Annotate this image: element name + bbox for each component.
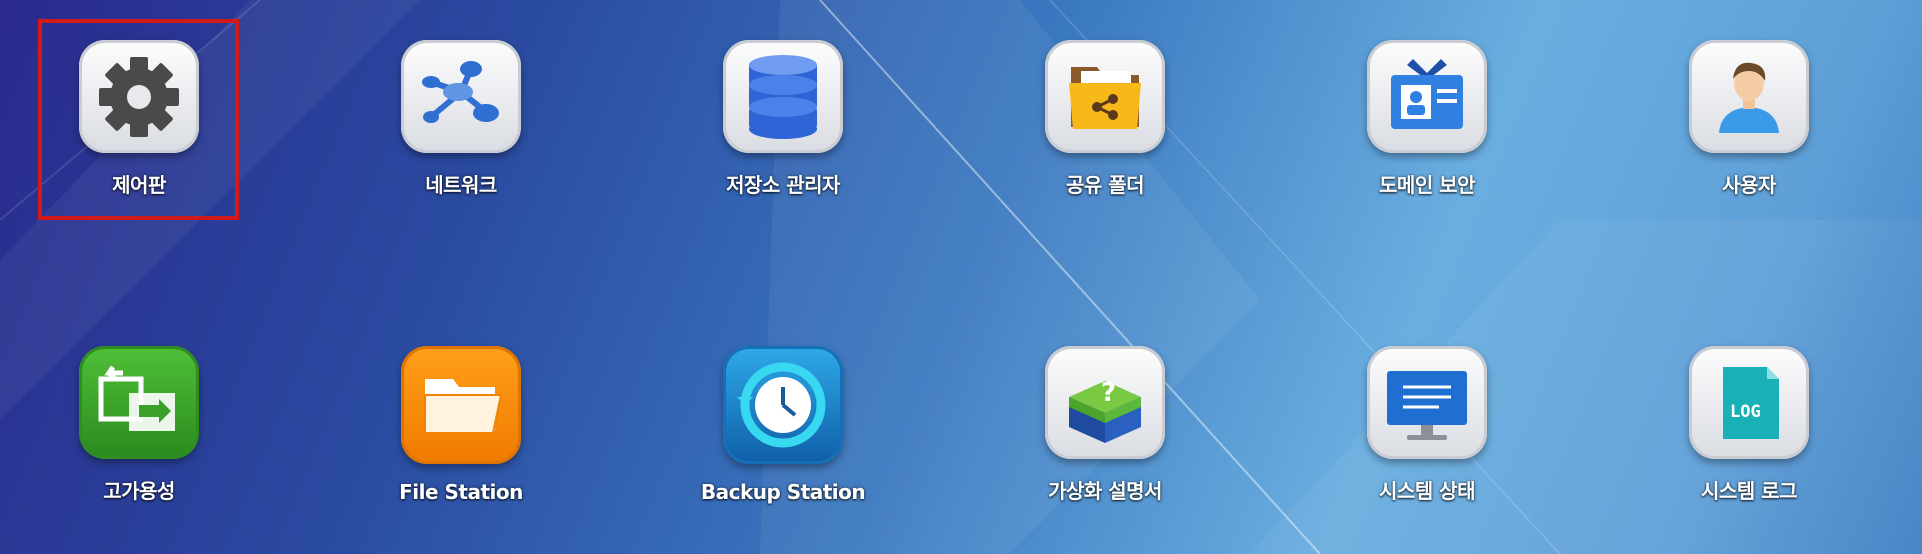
monitor-icon bbox=[1387, 370, 1467, 440]
app-tile bbox=[79, 346, 199, 459]
app-domain-security[interactable]: 도메인 보안 bbox=[1322, 28, 1532, 198]
app-backup-station[interactable]: Backup Station bbox=[678, 334, 888, 504]
app-label: 시스템 로그 bbox=[1701, 479, 1797, 503]
backup-clock-icon bbox=[737, 362, 826, 448]
app-virtualization-guide[interactable]: ? 가상화 설명서 bbox=[1000, 334, 1210, 504]
app-label: Backup Station bbox=[700, 480, 866, 504]
app-label: 저장소 관리자 bbox=[726, 173, 840, 197]
app-storage-manager[interactable]: 저장소 관리자 bbox=[678, 28, 888, 198]
app-high-availability[interactable]: 고가용성 bbox=[34, 334, 244, 504]
app-tile bbox=[1367, 40, 1487, 153]
log-file-icon: LOG bbox=[1723, 366, 1779, 439]
desktop: 제어판 네트워크 저장소 관리자 공유 폴더 도메인 보안 사용자 고가용성 F… bbox=[0, 0, 1922, 554]
svg-text:?: ? bbox=[1101, 378, 1116, 408]
id-badge-icon bbox=[1391, 58, 1463, 129]
network-icon bbox=[422, 60, 499, 123]
app-control-panel[interactable]: 제어판 bbox=[34, 28, 244, 198]
app-label: 고가용성 bbox=[103, 479, 175, 503]
app-users[interactable]: 사용자 bbox=[1644, 28, 1854, 198]
svg-text:LOG: LOG bbox=[1730, 402, 1761, 422]
user-icon bbox=[1719, 62, 1779, 133]
app-label: 시스템 상태 bbox=[1379, 479, 1475, 503]
app-tile bbox=[1045, 40, 1165, 153]
app-tile bbox=[723, 346, 843, 464]
app-label: 도메인 보안 bbox=[1379, 173, 1475, 197]
app-tile bbox=[401, 346, 521, 464]
app-label: 가상화 설명서 bbox=[1048, 479, 1162, 503]
app-tile bbox=[401, 40, 521, 153]
app-network[interactable]: 네트워크 bbox=[356, 28, 566, 198]
app-tile: ? bbox=[1045, 346, 1165, 459]
database-icon bbox=[749, 54, 817, 139]
app-system-status[interactable]: 시스템 상태 bbox=[1322, 334, 1532, 504]
app-label: 공유 폴더 bbox=[1065, 173, 1145, 197]
app-file-station[interactable]: File Station bbox=[356, 334, 566, 504]
failover-icon bbox=[98, 365, 175, 431]
app-tile bbox=[1689, 40, 1809, 153]
folder-icon bbox=[424, 379, 503, 434]
shared-folder-icon bbox=[1069, 66, 1141, 129]
app-label: 네트워크 bbox=[425, 173, 497, 197]
app-label: 사용자 bbox=[1722, 173, 1776, 197]
app-tile bbox=[723, 40, 843, 153]
app-system-log[interactable]: LOG 시스템 로그 bbox=[1644, 334, 1854, 504]
app-label: File Station bbox=[399, 480, 523, 504]
gear-icon bbox=[99, 56, 179, 137]
app-shared-folder[interactable]: 공유 폴더 bbox=[1000, 28, 1210, 198]
app-tile: LOG bbox=[1689, 346, 1809, 459]
app-tile bbox=[1367, 346, 1487, 459]
app-label: 제어판 bbox=[112, 173, 166, 197]
help-cube-icon: ? bbox=[1069, 378, 1141, 443]
app-tile bbox=[79, 40, 199, 153]
